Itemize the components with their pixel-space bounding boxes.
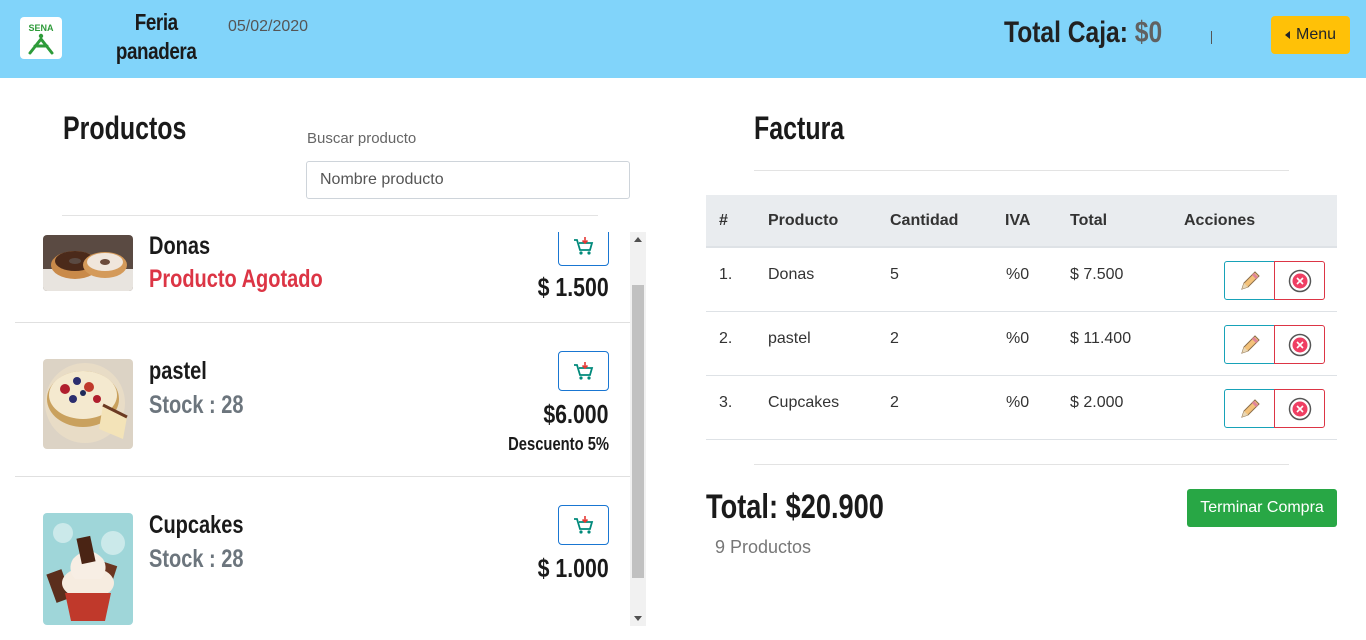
row-product: Cupcakes xyxy=(768,394,840,411)
brand-line-2: panadera xyxy=(115,38,197,64)
row-total: $ 2.000 xyxy=(1070,394,1124,411)
col-header-actions: Acciones xyxy=(1184,212,1256,229)
header-date: 05/02/2020 xyxy=(228,18,309,35)
edit-button[interactable] xyxy=(1224,389,1275,428)
product-name: Donas xyxy=(149,232,211,260)
total-caja: Total Caja: $0 xyxy=(1004,16,1162,50)
table-row: 3. Cupcakes 2 %0 $ 2.000 xyxy=(706,376,1337,440)
add-to-cart-button[interactable] xyxy=(558,232,609,266)
col-header-qty: Cantidad xyxy=(890,212,959,229)
row-product: pastel xyxy=(768,330,811,347)
pastel-image xyxy=(43,359,133,449)
total-caja-value: $0 xyxy=(1134,16,1163,49)
menu-button-label: Menu xyxy=(1295,26,1337,43)
row-product: Donas xyxy=(768,266,815,283)
sena-logo: SENA xyxy=(20,17,62,59)
cupcakes-image xyxy=(43,513,133,625)
product-card: Donas Producto Agotado $ 1.500 xyxy=(15,232,630,323)
brand-line-1: Feria xyxy=(134,9,178,35)
pencil-icon xyxy=(1240,334,1260,354)
search-label: Buscar producto xyxy=(307,130,417,147)
product-count: 9 Productos xyxy=(715,537,812,557)
invoice-title: Factura xyxy=(754,110,845,146)
col-header-num: # xyxy=(719,212,728,229)
add-to-cart-button[interactable] xyxy=(558,351,609,391)
row-iva: %0 xyxy=(1006,266,1030,283)
product-price: $6.000 xyxy=(543,399,609,429)
table-row: 2. pastel 2 %0 $ 11.400 xyxy=(706,312,1337,376)
edit-button[interactable] xyxy=(1224,325,1275,364)
pencil-icon xyxy=(1240,270,1260,290)
caret-left-icon xyxy=(1284,31,1290,39)
product-list-scrollbar[interactable] xyxy=(630,232,646,626)
delete-button[interactable] xyxy=(1274,389,1325,428)
row-total: $ 11.400 xyxy=(1070,330,1132,347)
col-header-total: Total xyxy=(1070,212,1108,229)
edit-button[interactable] xyxy=(1224,261,1275,300)
row-num: 1. xyxy=(719,266,733,283)
product-status: Stock : 28 xyxy=(149,545,244,573)
product-name: pastel xyxy=(149,357,207,385)
row-qty: 2 xyxy=(890,394,899,411)
invoice-divider-bottom xyxy=(754,464,1289,465)
product-card: pastel Stock : 28 $6.000 Descuento 5% xyxy=(15,323,630,477)
delete-button[interactable] xyxy=(1274,325,1325,364)
row-num: 3. xyxy=(719,394,733,411)
add-to-cart-button[interactable] xyxy=(558,505,609,545)
search-input[interactable] xyxy=(306,161,630,199)
invoice-divider-top xyxy=(754,170,1289,171)
brand-title: Feria panadera xyxy=(104,8,208,66)
products-divider xyxy=(62,215,598,216)
table-header: # Producto Cantidad IVA Total Acciones xyxy=(706,195,1337,248)
close-circle-icon xyxy=(1288,333,1311,356)
pencil-icon xyxy=(1240,398,1260,418)
scroll-up-arrow-icon[interactable] xyxy=(634,237,642,242)
scroll-thumb[interactable] xyxy=(632,285,644,578)
row-total: $ 7.500 xyxy=(1070,266,1124,283)
close-circle-icon xyxy=(1288,397,1311,420)
invoice-table: # Producto Cantidad IVA Total Acciones 1… xyxy=(706,195,1337,440)
row-iva: %0 xyxy=(1006,394,1030,411)
product-list[interactable]: Donas Producto Agotado $ 1.500 pastel St… xyxy=(15,232,646,626)
col-header-product: Producto xyxy=(768,212,839,229)
menu-button[interactable]: Menu xyxy=(1271,16,1350,54)
product-price: $ 1.000 xyxy=(537,553,609,583)
top-bar: SENA Feria panadera 05/02/2020 Total Caj… xyxy=(0,0,1366,78)
cart-icon xyxy=(573,516,593,534)
products-title: Productos xyxy=(63,110,187,146)
row-qty: 2 xyxy=(890,330,899,347)
finish-purchase-button[interactable]: Terminar Compra xyxy=(1187,489,1337,527)
product-status: Stock : 28 xyxy=(149,391,244,419)
row-num: 2. xyxy=(719,330,733,347)
row-iva: %0 xyxy=(1006,330,1030,347)
product-status: Producto Agotado xyxy=(149,265,323,293)
row-qty: 5 xyxy=(890,266,899,283)
product-card: Cupcakes Stock : 28 $ 1.000 xyxy=(15,477,630,626)
invoice-total: Total: $20.900 xyxy=(706,488,884,526)
header-divider xyxy=(1211,31,1212,44)
cart-icon xyxy=(573,237,593,255)
donas-image xyxy=(43,235,133,291)
scroll-down-arrow-icon[interactable] xyxy=(634,616,642,621)
product-name: Cupcakes xyxy=(149,511,244,539)
delete-button[interactable] xyxy=(1274,261,1325,300)
close-circle-icon xyxy=(1288,269,1311,292)
total-caja-label: Total Caja: xyxy=(1004,16,1128,49)
col-header-iva: IVA xyxy=(1005,212,1031,229)
product-discount: Descuento 5% xyxy=(508,434,609,454)
svg-text:SENA: SENA xyxy=(28,23,54,33)
table-row: 1. Donas 5 %0 $ 7.500 xyxy=(706,248,1337,312)
product-price: $ 1.500 xyxy=(537,272,609,302)
cart-icon xyxy=(573,362,593,380)
